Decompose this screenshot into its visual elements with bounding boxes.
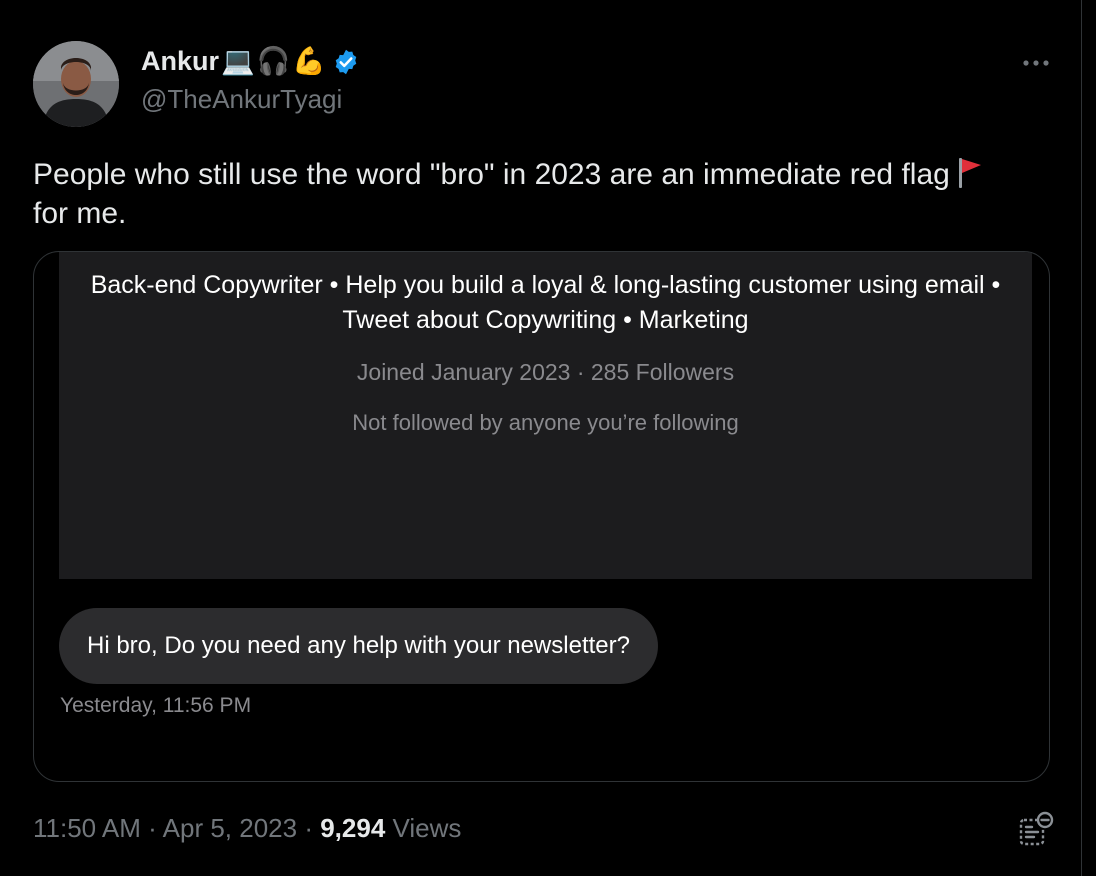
tweet-text: People who still use the word "bro" in 2… bbox=[33, 156, 1043, 231]
analytics-icon[interactable] bbox=[1016, 810, 1056, 850]
footer-separator: · bbox=[304, 813, 313, 843]
avatar[interactable] bbox=[33, 41, 119, 127]
laptop-emoji: 💻 bbox=[221, 46, 255, 76]
column-divider bbox=[1081, 0, 1082, 876]
tweet-footer: 11:50 AM · Apr 5, 2023 · 9,294 Views bbox=[33, 813, 461, 844]
message-timestamp: Yesterday, 11:56 PM bbox=[60, 694, 252, 717]
tweet: Ankur 💻 🎧 💪 @TheAnkurTyagi People who st… bbox=[0, 0, 1096, 876]
flexed-biceps-emoji: 💪 bbox=[292, 46, 326, 76]
headphones-emoji: 🎧 bbox=[256, 46, 291, 76]
attached-screenshot[interactable]: Back-end Copywriter • Help you build a l… bbox=[33, 251, 1050, 782]
tweet-text-line2: for me. bbox=[33, 197, 127, 230]
footer-separator: · bbox=[148, 813, 157, 843]
tweet-date[interactable]: Apr 5, 2023 bbox=[163, 813, 297, 843]
author-handle[interactable]: @TheAnkurTyagi bbox=[141, 84, 342, 115]
profile-bio: Back-end Copywriter • Help you build a l… bbox=[90, 271, 1001, 334]
views-count: 9,294 bbox=[320, 813, 386, 843]
tweet-time[interactable]: 11:50 AM bbox=[33, 813, 141, 843]
author-name[interactable]: Ankur bbox=[141, 46, 219, 77]
views-label: Views bbox=[392, 813, 462, 843]
profile-mutuals: Not followed by anyone you’re following bbox=[352, 410, 739, 435]
red-flag-icon bbox=[956, 156, 984, 196]
verified-badge-icon bbox=[332, 48, 360, 76]
message-bubble: Hi bro, Do you need any help with your n… bbox=[59, 608, 658, 684]
profile-panel: Back-end Copywriter • Help you build a l… bbox=[59, 252, 1032, 579]
more-icon[interactable] bbox=[1016, 48, 1056, 78]
tweet-text-line1: People who still use the word "bro" in 2… bbox=[33, 158, 950, 191]
message-text: Hi bro, Do you need any help with your n… bbox=[87, 632, 630, 659]
author-name-row[interactable]: Ankur 💻 🎧 💪 bbox=[141, 46, 360, 77]
profile-meta: Joined January 2023 · 285 Followers bbox=[356, 359, 735, 385]
